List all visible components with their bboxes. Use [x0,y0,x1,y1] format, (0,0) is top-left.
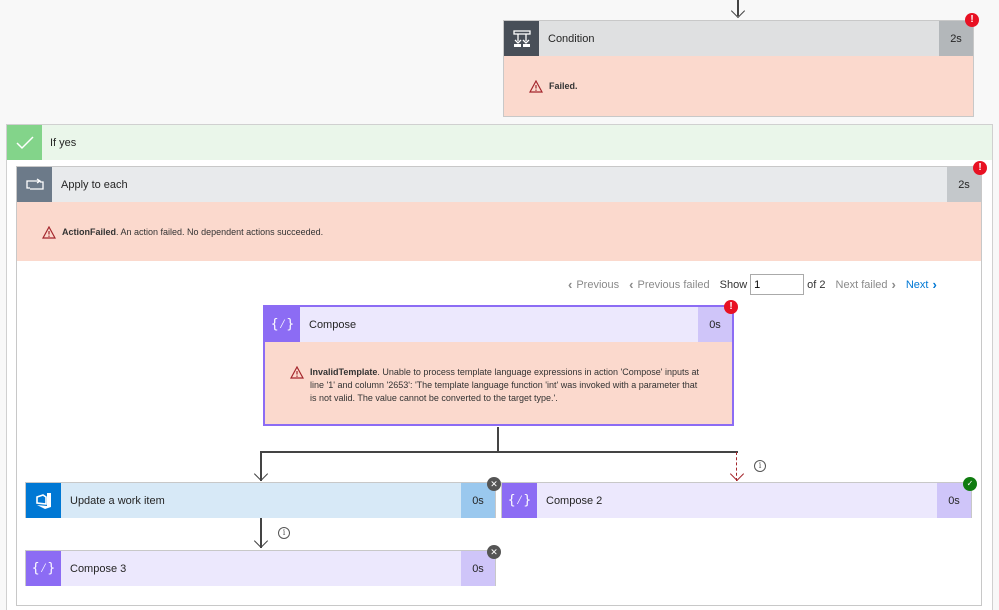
condition-card[interactable]: Condition 2s Failed. [503,20,974,117]
arrow-down-icon [730,3,746,19]
chevron-left-icon: ‹ [568,277,573,292]
skipped-badge-icon: ✕ [487,477,501,491]
chevron-right-icon: › [891,277,896,292]
error-badge-icon: ! [965,13,979,27]
compose3-title: Compose 3 [70,562,127,575]
chevron-right-icon: › [932,277,937,292]
if-yes-header[interactable]: If yes [7,125,992,160]
warning-icon [42,226,56,239]
compose3-card[interactable]: {⁄} Compose 3 0s [25,550,496,586]
condition-title: Condition [548,32,595,45]
next-failed-button[interactable]: Next failed › [836,277,896,292]
info-icon[interactable]: i [278,527,290,539]
loop-icon [17,167,52,202]
iteration-input[interactable] [750,274,805,295]
previous-failed-button[interactable]: ‹ Previous failed [629,277,710,292]
update-work-item-card[interactable]: Update a work item 0s [25,482,496,518]
compose-card[interactable]: {⁄} Compose 0s InvalidTemplate. Unable t… [263,305,734,426]
compose-error-text: InvalidTemplate. Unable to process templ… [310,367,699,403]
compose-icon: {⁄} [265,307,300,342]
update-work-item-title: Update a work item [70,494,165,507]
previous-button[interactable]: ‹ Previous [568,277,619,292]
success-badge-icon: ✓ [963,477,977,491]
of-count: of 2 [807,278,826,291]
info-icon[interactable]: i [754,460,766,472]
azure-devops-icon [26,483,61,518]
connector-line [497,427,499,452]
compose-icon: {⁄} [502,483,537,518]
if-yes-label: If yes [50,136,77,149]
chevron-left-icon: ‹ [629,277,634,292]
condition-error: Failed. [504,56,973,116]
iteration-pager: ‹Previous ‹Previous failed Show of 2 Nex… [568,274,937,295]
condition-icon [504,21,539,56]
compose-title: Compose [309,318,357,331]
apply-to-each-error: ActionFailed. An action failed. No depen… [17,202,981,261]
checkmark-icon [7,125,42,160]
connector-line [260,451,738,453]
apply-to-each-error-text: ActionFailed. An action failed. No depen… [62,227,324,237]
compose2-title: Compose 2 [546,494,603,507]
skipped-badge-icon: ✕ [487,545,501,559]
next-button[interactable]: Next › [906,277,937,292]
error-badge-icon: ! [973,161,987,175]
compose2-card[interactable]: {⁄} Compose 2 0s [501,482,972,518]
warning-icon [290,366,304,379]
compose-icon: {⁄} [26,551,61,586]
apply-to-each-title: Apply to each [61,178,128,191]
compose-error: InvalidTemplate. Unable to process templ… [265,342,732,424]
condition-error-label: Failed. [549,81,578,91]
warning-icon [529,80,543,93]
show-label: Show [719,278,748,291]
error-badge-icon: ! [724,300,738,314]
